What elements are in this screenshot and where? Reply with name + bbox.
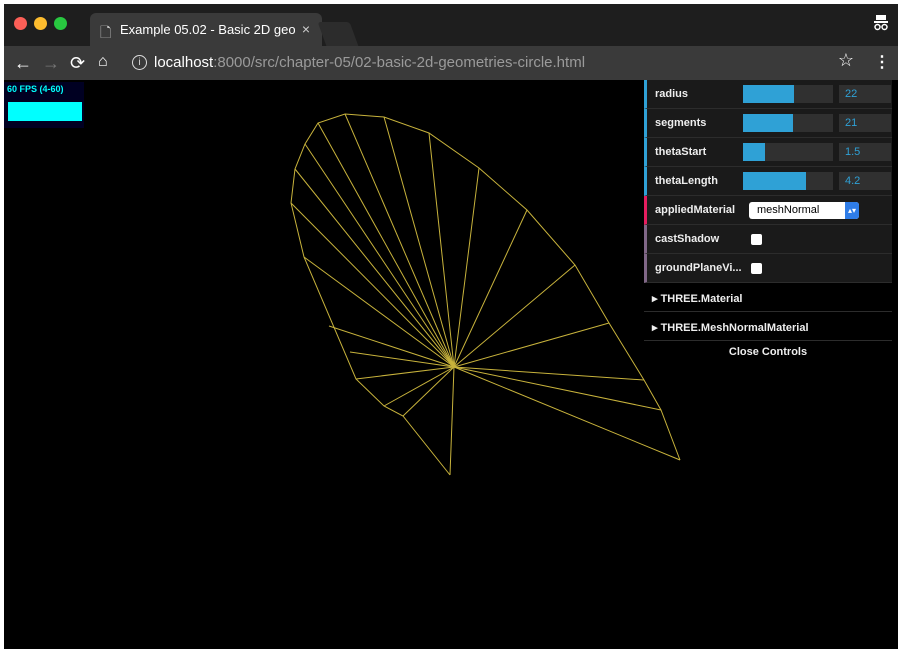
document-icon: 🗋 — [100, 24, 112, 40]
active-tab[interactable]: 🗋 Example 05.02 - Basic 2D geometries - … — [90, 13, 322, 46]
applied-material-label: appliedMaterial — [655, 204, 736, 216]
address-bar[interactable]: i localhost:8000/src/chapter-05/02-basic… — [126, 50, 848, 76]
cast-shadow-row: castShadow — [644, 225, 892, 254]
browser-window: 🗋 Example 05.02 - Basic 2D geometries - … — [4, 4, 898, 649]
slider-row-radius: radius 22 — [644, 80, 892, 109]
slider-row-thetalength: thetaLength 4.2 — [644, 167, 892, 196]
ground-plane-row: groundPlaneVi... — [644, 254, 892, 283]
wireframe-outline — [290, 113, 681, 476]
minimize-window-button[interactable] — [34, 17, 47, 30]
tab-strip: 🗋 Example 05.02 - Basic 2D geometries - … — [4, 4, 898, 46]
slider-label: radius — [655, 88, 689, 100]
slider-fill — [743, 143, 765, 161]
slider-row-thetastart: thetaStart 1.5 — [644, 138, 892, 167]
wireframe-spoke — [453, 209, 528, 368]
url-text: localhost:8000/src/chapter-05/02-basic-2… — [154, 54, 586, 71]
new-tab-button[interactable] — [317, 22, 359, 46]
applied-material-row: appliedMaterial meshNormal ▴▾ — [644, 196, 892, 225]
slider-value-input[interactable]: 21 — [839, 114, 891, 132]
close-tab-icon[interactable]: × — [302, 21, 310, 37]
folder-three-material[interactable]: ▸ THREE.Material — [644, 283, 892, 312]
wireframe-spoke — [428, 132, 455, 368]
incognito-icon — [874, 14, 888, 35]
close-window-button[interactable] — [14, 17, 27, 30]
slider-track[interactable] — [743, 172, 833, 190]
wireframe-spoke — [344, 113, 455, 368]
slider-track[interactable] — [743, 114, 833, 132]
wireframe-spoke — [453, 264, 576, 368]
wireframe-spoke — [453, 366, 645, 381]
wireframe-spoke — [304, 143, 455, 368]
bookmark-star-icon[interactable]: ☆ — [838, 50, 854, 71]
folder-label: THREE.MeshNormalMaterial — [660, 322, 809, 334]
slider-value-input[interactable]: 1.5 — [839, 143, 891, 161]
slider-label: thetaStart — [655, 146, 707, 158]
wireframe-spoke — [383, 116, 455, 368]
maximize-window-button[interactable] — [54, 17, 67, 30]
slider-row-segments: segments 21 — [644, 109, 892, 138]
slider-value-input[interactable]: 22 — [839, 85, 891, 103]
wireframe-spoke — [349, 351, 455, 368]
wireframe-spoke — [453, 322, 610, 368]
folder-label: THREE.Material — [660, 293, 743, 305]
slider-fill — [743, 114, 793, 132]
cast-shadow-label: castShadow — [655, 233, 720, 245]
browser-toolbar: ← → ⟳ ⌂ i localhost:8000/src/chapter-05/… — [4, 46, 898, 80]
wireframe-spoke — [453, 366, 681, 461]
reload-icon[interactable]: ⟳ — [70, 53, 85, 74]
slider-value-input[interactable]: 4.2 — [839, 172, 891, 190]
cast-shadow-checkbox[interactable] — [751, 234, 762, 245]
more-menu-icon[interactable]: ⋮ — [874, 52, 890, 72]
applied-material-select[interactable]: meshNormal ▴▾ — [749, 202, 859, 219]
wireframe-spoke — [317, 122, 455, 368]
back-icon[interactable]: ← — [14, 53, 32, 74]
slider-fill — [743, 172, 806, 190]
dat-gui-panel: radius 22 segments 21 thetaStart 1.5 thetaLeng… — [644, 80, 892, 363]
folder-three-meshnormalmaterial[interactable]: ▸ THREE.MeshNormalMaterial — [644, 312, 892, 341]
slider-label: segments — [655, 117, 707, 129]
home-icon[interactable]: ⌂ — [98, 53, 108, 71]
ground-plane-checkbox[interactable] — [751, 263, 762, 274]
wireframe-spoke — [449, 366, 455, 476]
slider-track[interactable] — [743, 85, 833, 103]
wireframe-spoke — [453, 366, 662, 411]
slider-fill — [743, 85, 795, 103]
forward-icon[interactable]: → — [42, 53, 60, 74]
slider-track[interactable] — [743, 143, 833, 161]
slider-label: thetaLength — [655, 175, 718, 187]
ground-plane-label: groundPlaneVi... — [655, 262, 742, 274]
close-controls-button[interactable]: Close Controls — [644, 341, 892, 363]
wireframe-spoke — [453, 167, 480, 368]
wireframe-spoke — [355, 366, 455, 380]
tab-title: Example 05.02 - Basic 2D geometries - Ci… — [120, 22, 295, 37]
select-arrows-icon: ▴▾ — [845, 202, 859, 219]
info-icon[interactable]: i — [132, 55, 147, 70]
